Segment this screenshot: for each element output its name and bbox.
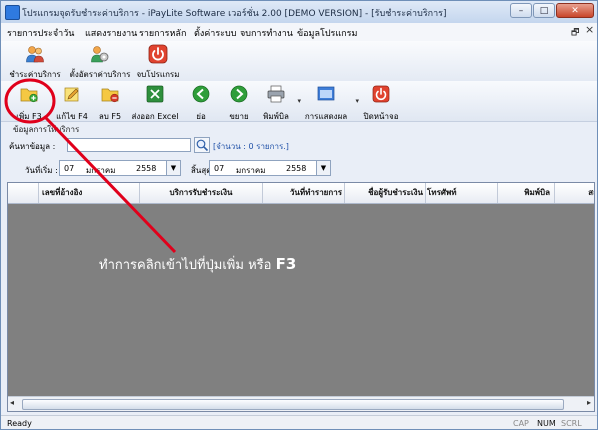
collapse-button[interactable]: ย่อ bbox=[187, 83, 215, 121]
payment-button[interactable]: ชำระค่าบริการ bbox=[5, 43, 65, 79]
column-print-bill[interactable]: พิมพ์บิล bbox=[498, 183, 555, 203]
start-year: 2558 bbox=[136, 164, 157, 173]
rate-settings-label: ตั้งอัตราค่าบริการ bbox=[69, 70, 131, 79]
section-title: ข้อมูลการให้บริการ bbox=[13, 125, 80, 134]
arrow-left-icon bbox=[192, 85, 210, 103]
print-dropdown-icon[interactable]: ▾ bbox=[297, 97, 301, 105]
record-count: [จำนวน : 0 รายการ.] bbox=[213, 142, 289, 151]
row-selector-header[interactable] bbox=[8, 183, 39, 203]
delete-button[interactable]: ลบ F5 bbox=[95, 83, 125, 121]
power-icon bbox=[372, 85, 390, 103]
column-service[interactable]: บริการรับชำระเงิน bbox=[140, 183, 263, 203]
app-icon bbox=[5, 5, 20, 20]
search-input[interactable] bbox=[67, 138, 191, 152]
edit-label: แก้ไข F4 bbox=[56, 112, 88, 121]
expand-label: ขยาย bbox=[229, 112, 249, 121]
end-day: 07 bbox=[214, 164, 225, 173]
column-phone[interactable]: โทรศัพท์ bbox=[425, 183, 498, 203]
payment-label: ชำระค่าบริการ bbox=[9, 70, 61, 79]
scroll-left-icon[interactable]: ◂ bbox=[10, 398, 14, 407]
display-label: การแสดงผล bbox=[304, 112, 348, 121]
exit-program-label: จบโปรแกรม bbox=[136, 70, 180, 79]
search-button[interactable] bbox=[194, 137, 210, 153]
column-ref-no[interactable]: เลขที่อ้างอิง bbox=[39, 183, 140, 203]
add-label: เพิ่ม F3 bbox=[16, 112, 42, 121]
folder-add-icon bbox=[20, 88, 38, 103]
print-bill-button[interactable]: พิมพ์บิล ▾ bbox=[259, 83, 301, 121]
cap-indicator: CAP bbox=[513, 419, 529, 428]
grid-header: เลขที่อ้างอิง บริการรับชำระเงิน วันที่ทำ… bbox=[8, 183, 594, 204]
app-window: โปรแกรมจุดรับชำระค่าบริการ - iPayLite So… bbox=[0, 0, 598, 430]
mdi-close-icon[interactable]: × bbox=[585, 23, 594, 36]
excel-icon bbox=[146, 85, 164, 103]
arrow-right-icon bbox=[230, 85, 248, 103]
edit-pencil-icon bbox=[64, 87, 79, 102]
window-controls: – □ ✕ bbox=[510, 3, 594, 18]
close-window-button[interactable]: ✕ bbox=[556, 3, 594, 18]
users-icon bbox=[26, 46, 44, 63]
window-title: โปรแกรมจุดรับชำระค่าบริการ - iPayLite So… bbox=[22, 9, 447, 19]
menu-daily[interactable]: รายการประจำวัน bbox=[7, 26, 74, 40]
end-year: 2558 bbox=[286, 164, 307, 173]
start-date-picker[interactable]: 07 มกราคม 2558 ▼ bbox=[59, 160, 181, 176]
menu-reports[interactable]: แสดงรายงาน bbox=[85, 26, 137, 40]
scrollbar-thumb[interactable] bbox=[22, 399, 564, 410]
start-month: มกราคม bbox=[86, 166, 116, 175]
add-button[interactable]: เพิ่ม F3 bbox=[11, 83, 47, 121]
export-excel-label: ส่งออก Excel bbox=[131, 112, 179, 121]
rate-settings-button[interactable]: ตั้งอัตราค่าบริการ bbox=[67, 43, 133, 79]
annotation-text: ทำการคลิกเข้าไปที่ปุ่มเพิ่ม หรือ F3 bbox=[99, 254, 296, 275]
num-indicator: NUM bbox=[537, 419, 556, 428]
minimize-button[interactable]: – bbox=[510, 3, 532, 18]
scrl-indicator: SCRL bbox=[561, 419, 582, 428]
menu-settings[interactable]: ตั้งค่าระบบ bbox=[194, 26, 236, 40]
power-icon bbox=[148, 44, 168, 64]
column-payer[interactable]: ชื่อผู้รับชำระเงิน bbox=[345, 183, 426, 203]
display-window-icon bbox=[317, 86, 335, 101]
menu-main-items[interactable]: รายการหลัก bbox=[139, 26, 186, 40]
grid-body[interactable] bbox=[8, 204, 594, 394]
column-date[interactable]: วันที่ทำรายการ bbox=[264, 183, 345, 203]
status-text: Ready bbox=[7, 419, 32, 428]
printer-icon bbox=[267, 85, 285, 103]
users-gear-icon bbox=[91, 46, 109, 63]
ribbon-bar: ชำระค่าบริการ ตั้งอัตราค่าบริการ จบโปรแก… bbox=[1, 41, 597, 82]
data-grid: เลขที่อ้างอิง บริการรับชำระเงิน วันที่ทำ… bbox=[7, 182, 595, 412]
action-toolbar: เพิ่ม F3 แก้ไข F4 ลบ F5 ส่งออก Excel ย่อ… bbox=[1, 81, 597, 122]
mdi-restore-icon[interactable]: 🗗 bbox=[571, 25, 579, 41]
filter-panel: ข้อมูลการให้บริการ ค้นหาข้อมูล : [จำนวน … bbox=[7, 123, 595, 181]
search-label: ค้นหาข้อมูล : bbox=[9, 142, 56, 151]
status-bar: Ready CAP NUM SCRL bbox=[1, 415, 597, 429]
start-date-label: วันที่เริ่ม : bbox=[25, 166, 58, 175]
display-dropdown-icon[interactable]: ▾ bbox=[355, 97, 359, 105]
title-bar: โปรแกรมจุดรับชำระค่าบริการ - iPayLite So… bbox=[1, 1, 597, 24]
annotation-instruction: ทำการคลิกเข้าไปที่ปุ่มเพิ่ม หรือ bbox=[99, 258, 272, 273]
chevron-down-icon[interactable]: ▼ bbox=[166, 161, 180, 175]
chevron-down-icon[interactable]: ▼ bbox=[316, 161, 330, 175]
maximize-button[interactable]: □ bbox=[533, 3, 555, 18]
start-day: 07 bbox=[64, 164, 75, 173]
menu-about[interactable]: ข้อมูลโปรแกรม bbox=[297, 26, 357, 40]
horizontal-scrollbar[interactable]: ◂ ▸ bbox=[8, 396, 594, 411]
close-screen-label: ปิดหน้าจอ bbox=[363, 112, 399, 121]
export-excel-button[interactable]: ส่งออก Excel bbox=[129, 83, 181, 121]
annotation-key: F3 bbox=[275, 255, 297, 273]
display-button[interactable]: การแสดงผล ▾ bbox=[303, 83, 359, 121]
search-icon bbox=[196, 139, 209, 152]
end-date-picker[interactable]: 07 มกราคม 2558 ▼ bbox=[209, 160, 331, 176]
collapse-label: ย่อ bbox=[196, 112, 206, 121]
end-month: มกราคม bbox=[236, 166, 266, 175]
menu-exit[interactable]: จบการทำงาน bbox=[240, 26, 293, 40]
print-bill-label: พิมพ์บิล bbox=[263, 112, 289, 121]
menu-bar: รายการประจำวัน แสดงรายงาน รายการหลัก ตั้… bbox=[1, 23, 597, 42]
expand-button[interactable]: ขยาย bbox=[225, 83, 253, 121]
close-screen-button[interactable]: ปิดหน้าจอ bbox=[363, 83, 399, 121]
edit-button[interactable]: แก้ไข F4 bbox=[53, 83, 91, 121]
delete-label: ลบ F5 bbox=[98, 112, 122, 121]
column-status[interactable]: สถ bbox=[555, 183, 594, 203]
scroll-right-icon[interactable]: ▸ bbox=[587, 398, 591, 407]
exit-program-button[interactable]: จบโปรแกรม bbox=[135, 43, 181, 79]
folder-delete-icon bbox=[101, 88, 119, 103]
